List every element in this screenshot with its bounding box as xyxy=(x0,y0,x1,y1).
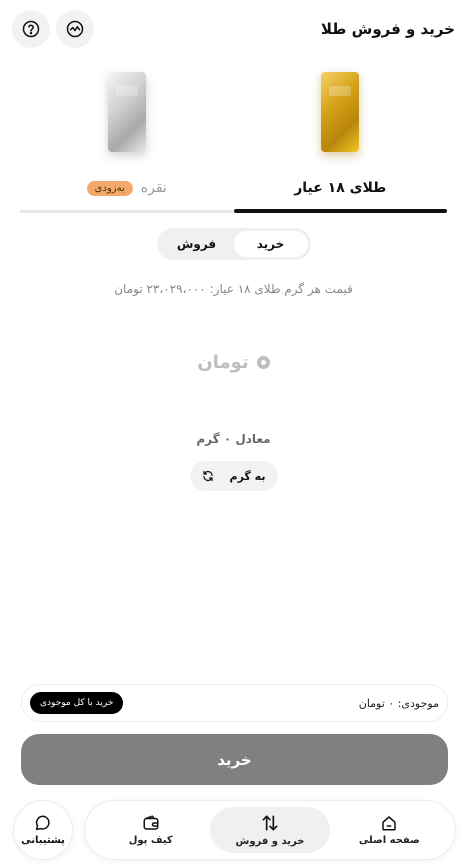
activity-icon xyxy=(66,20,84,38)
help-circle-icon xyxy=(22,20,40,38)
tab-gold-label: طلای ۱۸ عیار xyxy=(294,180,387,196)
page-title: خرید و فروش طلا xyxy=(320,20,455,38)
activity-button[interactable] xyxy=(56,10,94,48)
bottom-nav: صفحه اصلی خرید و فروش کیف پول xyxy=(84,800,456,860)
top-header: خرید و فروش طلا xyxy=(12,10,455,48)
balance-text: موجودی: ۰ تومان xyxy=(358,696,439,710)
buy-all-balance-button[interactable]: خرید با کل موجودی xyxy=(30,692,124,714)
header-actions xyxy=(12,10,94,48)
nav-wallet[interactable]: کیف پول xyxy=(91,807,210,853)
unit-switch-button[interactable]: به گرم xyxy=(189,461,278,491)
nav-buy-sell-label: خرید و فروش xyxy=(235,836,305,847)
nav-buy-sell[interactable]: خرید و فروش xyxy=(210,807,330,853)
gold-bar-image xyxy=(321,72,360,152)
equivalent-grams: معادل ۰ گرم xyxy=(196,432,271,446)
silver-bar-image xyxy=(107,72,146,152)
amount-input[interactable]: تومان xyxy=(0,352,467,373)
tab-silver-underline xyxy=(20,210,234,213)
amount-indicator-icon xyxy=(256,356,270,369)
support-label: پشتیبانی xyxy=(21,835,65,846)
price-per-gram: قیمت هر گرم طلای ۱۸ عیار: ۲۳،۰۲۹،۰۰۰ توم… xyxy=(114,282,353,296)
coming-soon-badge: به‌زودی xyxy=(86,180,133,196)
help-button[interactable] xyxy=(12,10,50,48)
buy-sell-toggle: خرید فروش xyxy=(156,228,311,260)
toggle-sell[interactable]: فروش xyxy=(160,231,234,257)
gold-label-row: طلای ۱۸ عیار xyxy=(294,180,386,196)
nav-home[interactable]: صفحه اصلی xyxy=(330,807,449,853)
refresh-icon xyxy=(202,470,213,482)
swap-vertical-icon xyxy=(262,815,278,831)
chat-bubble-icon xyxy=(35,815,50,831)
tab-silver-label: نقره xyxy=(140,180,167,196)
nav-home-label: صفحه اصلی xyxy=(358,835,420,846)
home-icon xyxy=(382,816,397,831)
balance-bar: موجودی: ۰ تومان خرید با کل موجودی xyxy=(21,684,448,722)
tab-gold-18k[interactable]: طلای ۱۸ عیار xyxy=(233,60,447,215)
metal-tabs: نقره به‌زودی طلای ۱۸ عیار xyxy=(20,60,447,215)
unit-switch-label: به گرم xyxy=(229,469,266,483)
amount-unit: تومان xyxy=(197,352,249,373)
silver-label-row: نقره به‌زودی xyxy=(86,180,167,196)
tab-gold-underline xyxy=(233,209,447,213)
tab-silver[interactable]: نقره به‌زودی xyxy=(20,60,234,215)
support-button[interactable]: پشتیبانی xyxy=(13,800,73,860)
toggle-buy[interactable]: خرید xyxy=(233,231,308,257)
nav-wallet-label: کیف پول xyxy=(128,835,173,846)
buy-submit-button[interactable]: خرید xyxy=(21,734,448,785)
wallet-icon xyxy=(143,815,159,830)
